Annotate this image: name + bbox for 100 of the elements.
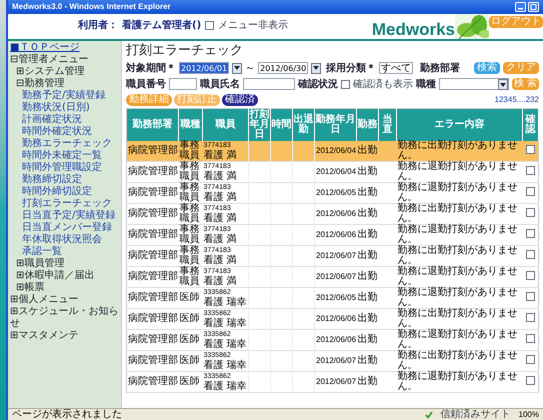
sidebar-item[interactable]: 勤務締切設定 <box>8 174 121 186</box>
confirm-checkbox[interactable] <box>526 145 535 154</box>
action-button[interactable]: 確認済 <box>222 94 258 106</box>
staff-name: 看護 瑞幸 <box>204 338 247 350</box>
table-cell: 病院管理部 <box>126 350 178 372</box>
table-cell: 勤務に退勤打刻がありません。 <box>396 266 522 288</box>
table-cell: 病院管理部 <box>126 246 178 266</box>
table-cell: 2012/06/06 <box>314 308 356 330</box>
table-cell: 事務職員 <box>178 246 202 266</box>
table-cell: 勤務に退勤打刻がありません。 <box>396 330 522 350</box>
table-cell: 勤務に出勤打刻がありません。 <box>396 141 522 162</box>
page-title: 打刻エラーチェック <box>126 43 244 59</box>
table-cell: 事務職員 <box>178 141 202 162</box>
sidebar-item[interactable]: 年休取得状況照会 <box>8 234 121 246</box>
sidebar-item[interactable]: 打刻エラーチェック <box>8 198 121 210</box>
sidebar-item[interactable]: 勤務状況(日別) <box>8 102 121 114</box>
table-cell: 病院管理部 <box>126 266 178 288</box>
table-cell: 出勤 <box>356 266 378 288</box>
confirm-checkbox[interactable] <box>526 229 535 238</box>
staff-name: 看護 満 <box>204 170 238 182</box>
table-cell: 2012/06/07 <box>314 246 356 266</box>
table-cell: 病院管理部 <box>126 330 178 350</box>
sidebar-item[interactable]: ⊞マスタメンテ <box>8 330 121 342</box>
sidebar-item[interactable]: ⊞帳票 <box>8 282 121 294</box>
show-confirmed-checkbox[interactable] <box>341 80 350 88</box>
staff-number-field[interactable] <box>169 78 197 90</box>
confirm-checkbox[interactable] <box>526 376 535 385</box>
confirm-checkbox[interactable] <box>526 166 535 175</box>
sidebar-item[interactable]: 勤務予定/実績登録 <box>8 90 121 102</box>
date-field[interactable]: 2012/06/01 <box>179 62 230 74</box>
pagination[interactable]: 12345....232 <box>494 94 539 106</box>
table-cell: 2012/06/06 <box>314 330 356 350</box>
table-cell: 医師 <box>178 350 202 372</box>
table-cell: 勤務に出勤打刻がありません。 <box>396 308 522 330</box>
window-controls-icon[interactable] <box>515 2 539 12</box>
table-cell: 勤務に退勤打刻がありません。 <box>396 372 522 392</box>
confirm-checkbox[interactable] <box>526 313 535 322</box>
sidebar-item[interactable]: 日当直メンバー登録 <box>8 222 121 234</box>
check-icon <box>424 410 433 418</box>
sidebar-item[interactable]: ⊞システム管理 <box>8 66 121 78</box>
sidebar-item[interactable]: 時間外未確定一覧 <box>8 150 121 162</box>
sidebar-item[interactable]: 時間外締切設定 <box>8 186 121 198</box>
sidebar-item[interactable]: 日当直予定/実績登録 <box>8 210 121 222</box>
table-cell: 事務職員 <box>178 266 202 288</box>
table-cell: 出勤 <box>356 246 378 266</box>
table-cell: 勤務に退勤打刻がありません。 <box>396 224 522 246</box>
staff-name: 看護 満 <box>204 150 238 160</box>
confirm-checkbox[interactable] <box>526 187 535 196</box>
employment-select[interactable]: すべて <box>379 62 414 74</box>
confirm-checkbox[interactable] <box>526 250 535 259</box>
table-cell: 勤務に退勤打刻がありません。 <box>396 288 522 308</box>
confirm-checkbox[interactable] <box>526 334 535 343</box>
staff-name: 看護 満 <box>204 212 238 224</box>
sidebar-item[interactable]: 勤務エラーチェック <box>8 138 121 150</box>
staff-name: 看護 満 <box>204 234 238 244</box>
sidebar-item[interactable]: 承認一覧 <box>8 246 121 258</box>
hide-menu-checkbox[interactable] <box>205 21 214 30</box>
table-cell: 出勤 <box>356 224 378 246</box>
user-label: 利用者： <box>78 18 118 33</box>
confirm-checkbox[interactable] <box>526 292 535 301</box>
trusted-zone: 信頼済みサイト <box>440 410 511 420</box>
table-cell: 2012/06/07 <box>314 350 356 372</box>
table-cell: 病院管理部 <box>126 372 178 392</box>
table-cell: 勤務に出勤打刻がありません。 <box>396 350 522 372</box>
table-cell: 勤務に退勤打刻がありません。 <box>396 162 522 182</box>
sidebar-item[interactable]: ⊞スケジュール・お知らせ <box>8 306 121 330</box>
staff-name: 看護 満 <box>204 254 238 266</box>
sidebar-item[interactable]: 時間外確定状況 <box>8 126 121 138</box>
sidebar-item[interactable]: ⊞職員管理 <box>8 258 121 270</box>
confirm-checkbox[interactable] <box>526 208 535 217</box>
table-cell: 医師 <box>178 372 202 392</box>
table-cell: 出勤 <box>356 308 378 330</box>
sidebar-item[interactable]: ⊞個人メニュー <box>8 294 121 306</box>
sidebar-item[interactable]: 計画確定状況 <box>8 114 121 126</box>
table-cell: 2012/06/07 <box>314 372 356 392</box>
confirm-checkbox[interactable] <box>526 355 535 364</box>
user-name: 看護テム管理者() <box>122 18 202 33</box>
sidebar-item[interactable]: 時間外管理職設定 <box>8 162 121 174</box>
table-cell: 病院管理部 <box>126 182 178 204</box>
table-cell: 2012/06/04 <box>314 141 356 162</box>
sidebar-item[interactable]: ⊟勤務管理 <box>8 78 121 90</box>
date-field[interactable]: 2012/06/30 <box>258 62 308 74</box>
confirm-checkbox[interactable] <box>526 271 535 280</box>
staff-name-field[interactable] <box>243 78 295 90</box>
table-cell: 医師 <box>178 288 202 308</box>
table-cell: 事務職員 <box>178 204 202 224</box>
sidebar-item[interactable]: ⊟管理者メニュー <box>8 54 121 66</box>
staff-name: 看護 瑞幸 <box>204 380 247 392</box>
table-cell: 出勤 <box>356 372 378 392</box>
table-cell: 2012/06/06 <box>314 224 356 246</box>
sidebar-item[interactable]: ■ＴＯＰページ <box>8 42 121 54</box>
tilde: ～ <box>245 62 256 76</box>
table-cell: 病院管理部 <box>126 288 178 308</box>
job-select[interactable] <box>439 78 509 90</box>
staff-name: 看護 満 <box>204 192 238 202</box>
table-cell: 事務職員 <box>178 162 202 182</box>
sidebar-item[interactable]: ⊞休暇申請／届出 <box>8 270 121 282</box>
table-cell: 勤務に出勤打刻がありません。 <box>396 204 522 224</box>
table-cell: 事務職員 <box>178 224 202 246</box>
table-cell: 2012/06/06 <box>314 204 356 224</box>
